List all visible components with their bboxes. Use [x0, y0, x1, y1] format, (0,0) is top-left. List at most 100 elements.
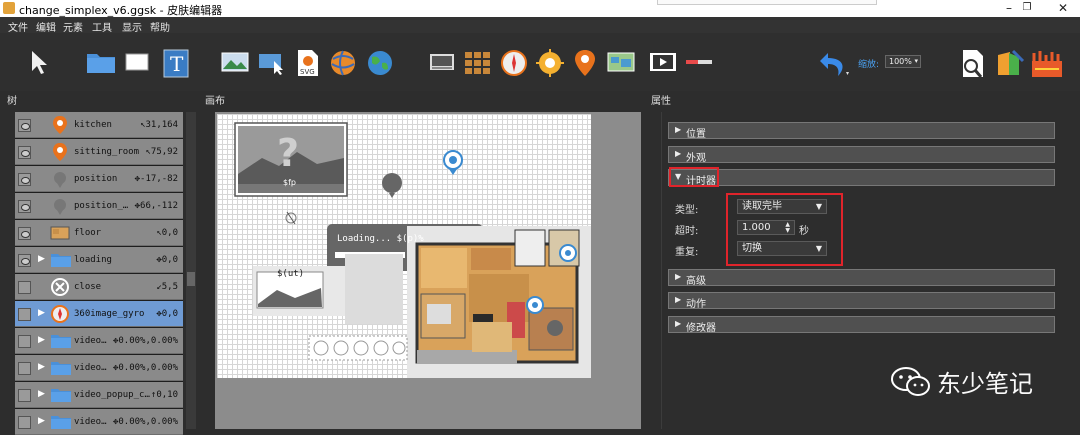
tree-row[interactable]: sitting_room ↖75,92 — [15, 139, 183, 165]
visibility-toggle-icon[interactable] — [18, 335, 31, 348]
tree-row[interactable]: ▶ video… ✥0.00%,0.00% — [15, 409, 183, 435]
menu-element[interactable]: 元素 — [63, 19, 83, 34]
image-icon[interactable] — [221, 49, 249, 75]
menu-edit[interactable]: 编辑 — [36, 19, 56, 34]
svg-text:SVG: SVG — [300, 68, 315, 76]
tree-item-name: video_popup_c… — [74, 390, 150, 400]
export-icon[interactable] — [995, 49, 1025, 79]
menu-tools[interactable]: 工具 — [92, 19, 112, 34]
section-timer[interactable]: ▼ 计时器 — [668, 169, 1055, 187]
tree-row[interactable]: ▶ 360image_gyro ✥0,0 — [15, 301, 183, 327]
tree-row[interactable]: close ↙5,5 — [15, 274, 183, 300]
expand-arrow-icon[interactable]: ▶ — [38, 416, 45, 426]
video-icon[interactable] — [649, 49, 677, 75]
visibility-toggle-icon[interactable] — [18, 389, 31, 402]
tree-item-name: position_… — [74, 201, 129, 211]
expand-arrow-icon: ▶ — [675, 319, 682, 328]
timer-repeat-label: 重复: — [675, 247, 699, 258]
element-tree[interactable]: kitchen ↖31,164 sitting_room ↖75,92 position… — [15, 112, 183, 435]
minimize-icon[interactable]: – — [1002, 1, 1016, 15]
compass-icon — [50, 304, 70, 324]
ut-text: $(ut) — [277, 269, 305, 279]
zoom-select[interactable]: 100% ▾ — [885, 55, 921, 68]
section-advanced[interactable]: ▶ 高级 — [668, 269, 1055, 287]
tree-row[interactable]: ▶ loading ✥0,0 — [15, 247, 183, 273]
close-window-icon[interactable]: ✕ — [1056, 1, 1070, 15]
app-icon — [3, 2, 15, 14]
thumbnail-grid-icon[interactable] — [464, 49, 492, 75]
tree-row[interactable]: ▶ video… ✥0.00%,0.00% — [15, 328, 183, 354]
skin-canvas[interactable]: ? Loading... $(p)% $(ut) $fp — [217, 114, 591, 378]
menu-help[interactable]: 帮助 — [150, 19, 170, 34]
visibility-toggle-icon[interactable] — [18, 227, 31, 240]
container-folder-icon[interactable] — [86, 49, 116, 75]
panorama-sphere-icon[interactable] — [329, 49, 357, 77]
visibility-toggle-icon[interactable] — [18, 254, 31, 267]
tree-item-coords: ✥0.00%,0.00% — [112, 363, 178, 373]
visibility-toggle-icon[interactable] — [18, 119, 31, 132]
tree-row[interactable]: ▶ video… ✥0.00%,0.00% — [15, 355, 183, 381]
wechat-icon — [891, 367, 930, 396]
tree-row[interactable]: position_… ✥66,-112 — [15, 193, 183, 219]
tree-item-coords: ✥0,0 — [156, 309, 178, 319]
globe-icon[interactable] — [366, 49, 394, 77]
tree-item-coords: ✥66,-112 — [134, 201, 178, 211]
tree-item-name: close — [74, 282, 102, 292]
tree-item-name: video… — [74, 363, 107, 373]
watermark-text: 东少笔记 — [937, 370, 1033, 398]
section-modifiers[interactable]: ▶ 修改器 — [668, 316, 1055, 334]
fp-text: $fp — [283, 178, 296, 187]
map-icon[interactable] — [607, 49, 635, 75]
visibility-toggle-icon[interactable] — [18, 308, 31, 321]
splitter[interactable] — [203, 112, 207, 429]
cloner-icon[interactable] — [258, 49, 286, 75]
visibility-toggle-icon[interactable] — [18, 173, 31, 186]
hotspot-target-icon[interactable] — [536, 49, 564, 77]
svg-text:?: ? — [277, 131, 299, 175]
visibility-toggle-icon[interactable] — [18, 362, 31, 375]
rectangle-icon[interactable] — [123, 49, 151, 75]
tree-item-name: kitchen — [74, 120, 112, 130]
slider-icon[interactable] — [684, 49, 714, 75]
compass-icon[interactable] — [500, 49, 528, 77]
section-appearance[interactable]: ▶ 外观 — [668, 146, 1055, 164]
menu-file[interactable]: 文件 — [8, 19, 28, 34]
title-bar: change_simplex_v6.ggsk - 皮肤编辑器 – ❐ ✕ — [0, 0, 1080, 17]
folder-icon — [50, 412, 71, 432]
tree-row[interactable]: position ✥-17,-82 — [15, 166, 183, 192]
tree-row[interactable]: floor ↖0,0 — [15, 220, 183, 246]
highlight-box-timer-fields — [726, 193, 843, 266]
visibility-toggle-icon[interactable] — [18, 146, 31, 159]
expand-arrow-icon[interactable]: ▶ — [38, 335, 45, 345]
expand-arrow-icon[interactable]: ▶ — [38, 308, 45, 318]
zoom-value: 100% — [889, 57, 912, 66]
loading-text: Loading... $(p)% — [337, 234, 424, 244]
expand-arrow-icon[interactable]: ▶ — [38, 254, 45, 264]
visibility-toggle-icon[interactable] — [18, 416, 31, 429]
tree-scrollbar[interactable] — [186, 112, 196, 429]
section-position[interactable]: ▶ 位置 — [668, 122, 1055, 140]
section-actions[interactable]: ▶ 动作 — [668, 292, 1055, 310]
splitter[interactable] — [648, 112, 652, 429]
frame-icon[interactable] — [429, 49, 455, 75]
skin-components-icon[interactable] — [1031, 49, 1063, 79]
tree-item-name: sitting_room — [74, 147, 140, 157]
tree-item-coords: ↖0,0 — [156, 228, 178, 238]
select-pointer-icon[interactable] — [28, 49, 50, 75]
map-pin-icon[interactable] — [574, 49, 596, 77]
tree-item-name: loading — [74, 255, 112, 265]
expand-arrow-icon[interactable]: ▶ — [38, 362, 45, 372]
visibility-toggle-icon[interactable] — [18, 281, 31, 294]
preview-search-icon[interactable] — [959, 49, 989, 79]
text-icon[interactable]: T — [162, 49, 190, 79]
svg-file-icon[interactable]: SVG — [296, 49, 320, 77]
undo-dropdown-icon[interactable]: ▾ — [846, 70, 849, 77]
restore-icon[interactable]: ❐ — [1020, 1, 1034, 15]
scrollbar-thumb[interactable] — [187, 272, 195, 286]
tree-row[interactable]: ▶ video_popup_c… ↑0,10 — [15, 382, 183, 408]
zoom-label: 缩放: — [858, 60, 880, 70]
menu-view[interactable]: 显示 — [122, 19, 142, 34]
tree-row[interactable]: kitchen ↖31,164 — [15, 112, 183, 138]
visibility-toggle-icon[interactable] — [18, 200, 31, 213]
expand-arrow-icon[interactable]: ▶ — [38, 389, 45, 399]
